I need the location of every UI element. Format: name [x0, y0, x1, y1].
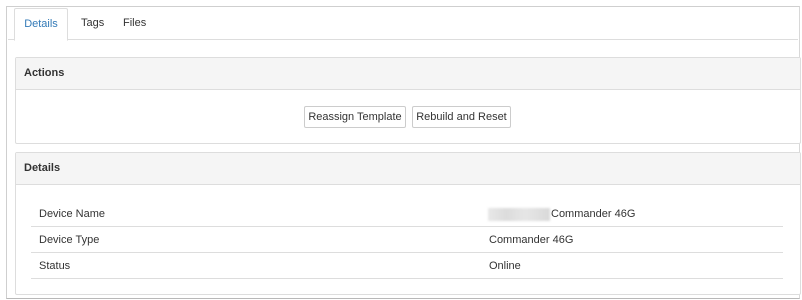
- tab-details[interactable]: Details: [14, 8, 68, 41]
- actions-panel-title: Actions: [16, 58, 800, 90]
- redacted-serial: [488, 207, 550, 221]
- tab-tags[interactable]: Tags: [81, 8, 109, 40]
- tab-bar: Details Tags Files: [8, 8, 798, 41]
- device-type-value: Commander 46G: [489, 234, 574, 246]
- device-name-label: Device Name: [39, 208, 106, 220]
- status-value: Online: [489, 260, 521, 272]
- details-panel-title: Details: [16, 153, 800, 185]
- device-name-value: Commander 46G: [488, 201, 635, 227]
- device-type-label: Device Type: [39, 234, 100, 246]
- tab-files[interactable]: Files: [123, 8, 153, 40]
- status-label: Status: [39, 260, 71, 272]
- device-name-text: Commander 46G: [551, 208, 636, 220]
- reassign-template-button[interactable]: Reassign Template: [304, 106, 406, 128]
- actions-panel: Actions: [15, 57, 801, 144]
- details-row-device-name: Device Name Commander 46G: [31, 201, 783, 227]
- details-row-status: Status Online: [31, 253, 783, 279]
- rebuild-and-reset-button[interactable]: Rebuild and Reset: [412, 106, 511, 128]
- details-row-device-type: Device Type Commander 46G: [31, 227, 783, 253]
